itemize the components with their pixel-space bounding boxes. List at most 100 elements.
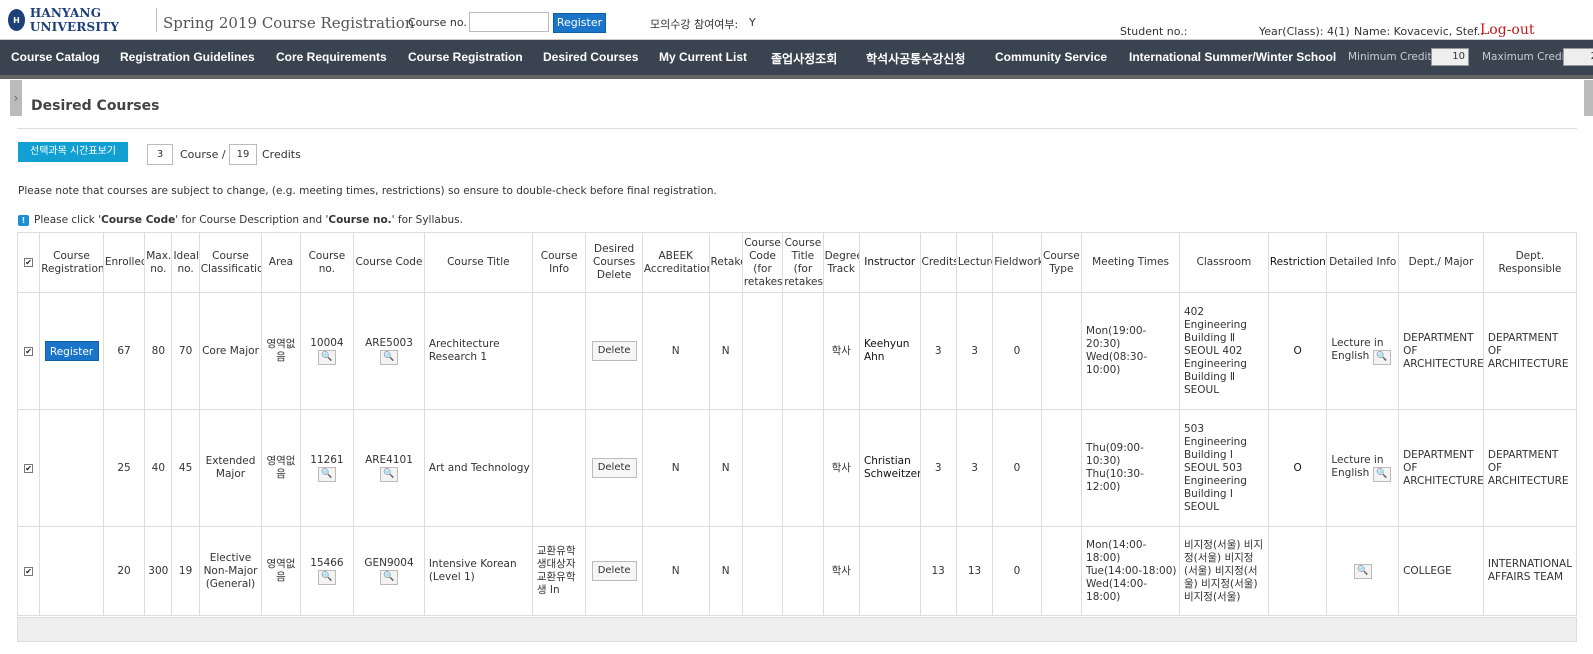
top-bar: H HANYANG UNIVERSITY Spring 2019 Course … — [0, 0, 1593, 40]
seal-icon: H — [8, 9, 25, 31]
course-code-cell: ARE4101 🔍 — [353, 409, 425, 527]
delete-button[interactable]: Delete — [591, 561, 637, 581]
register-cell — [39, 409, 104, 527]
course-no-link[interactable]: 15466 — [302, 557, 353, 570]
type-cell — [1040, 409, 1083, 527]
register-button[interactable]: Register — [553, 13, 606, 33]
table-footer — [17, 617, 1577, 642]
classification-cell: Extended Major — [198, 409, 263, 527]
course-code-link[interactable]: ARE5003 — [355, 337, 423, 350]
col-meeting-times: Meeting Times — [1081, 232, 1180, 293]
col-detailed-info: Detailed Info — [1326, 232, 1400, 293]
max-credits-label: Maximum Credits — [1482, 51, 1575, 63]
magnifier-icon[interactable]: 🔍 — [1353, 563, 1372, 579]
resp-cell: INTERNATIONAL AFFAIRS TEAM — [1482, 526, 1578, 616]
select-all-header[interactable]: ✔ — [16, 232, 41, 293]
col-retake-title: Course Title (for retakes) — [782, 232, 824, 293]
retake-cell: N — [708, 526, 743, 616]
nav-bachelor-master-registration[interactable]: 학석사공통수강신청 — [866, 50, 965, 67]
area-cell: 영역없음 — [261, 292, 301, 410]
nav-course-registration[interactable]: Course Registration — [408, 50, 523, 64]
row-register-button[interactable]: Register — [44, 341, 99, 361]
magnifier-icon[interactable]: 🔍 — [317, 350, 336, 365]
credits-label: Credits — [262, 148, 301, 161]
course-no-input[interactable] — [469, 12, 549, 32]
nav-core-requirements[interactable]: Core Requirements — [276, 50, 387, 64]
row-checkbox[interactable]: ✔ — [16, 292, 41, 410]
nav-desired-courses[interactable]: Desired Courses — [543, 50, 638, 64]
nav-course-catalog[interactable]: Course Catalog — [11, 50, 100, 64]
checkbox-icon[interactable]: ✔ — [24, 463, 34, 473]
instructor-cell: Christian Schweitzer — [858, 409, 921, 527]
meeting-cell: Mon(14:00-18:00) Tue(14:00-18:00) Wed(14… — [1081, 526, 1180, 616]
nav-my-current-list[interactable]: My Current List — [659, 50, 747, 64]
nav-international-school[interactable]: International Summer/Winter School — [1129, 50, 1336, 64]
desired-courses-table: ✔ Course Registration Enrolled Max. no. … — [16, 232, 1578, 616]
restrictions-cell: O — [1267, 292, 1328, 410]
col-area: Area — [261, 232, 301, 293]
course-no-cell: 11261 🔍 — [299, 409, 355, 527]
university-logo[interactable]: H HANYANG UNIVERSITY — [8, 6, 156, 34]
delete-cell: Delete — [585, 409, 643, 527]
nav-registration-guidelines[interactable]: Registration Guidelines — [120, 50, 255, 64]
logout-link[interactable]: Log-out — [1480, 22, 1535, 38]
course-no-cell: 10004 🔍 — [299, 292, 355, 410]
course-no-link[interactable]: 11261 — [302, 454, 353, 467]
ideal-cell: 70 — [171, 292, 200, 410]
checkbox-icon[interactable]: ✔ — [24, 566, 34, 576]
nav-community-service[interactable]: Community Service — [995, 50, 1107, 64]
magnifier-icon[interactable]: 🔍 — [317, 467, 336, 482]
notice-change: Please note that courses are subject to … — [18, 185, 717, 197]
retake-cell: N — [708, 292, 743, 410]
course-label: Course / — [180, 148, 226, 161]
magnifier-icon[interactable]: 🔍 — [379, 350, 398, 365]
restrictions-cell — [1267, 526, 1328, 616]
magnifier-icon[interactable]: 🔍 — [1372, 467, 1391, 482]
col-degree-track: Degree Track — [822, 232, 860, 293]
col-fieldwork: Fieldwork — [992, 232, 1042, 293]
course-info-cell — [531, 292, 587, 410]
fieldwork-cell: 0 — [992, 292, 1042, 410]
row-checkbox[interactable]: ✔ — [16, 526, 41, 616]
course-code-cell: GEN9004 🔍 — [353, 526, 425, 616]
hint-c: ' for Syllabus. — [391, 214, 463, 226]
nav-graduation-check[interactable]: 졸업사정조회 — [771, 50, 837, 67]
course-code-link[interactable]: GEN9004 — [355, 557, 423, 570]
delete-button[interactable]: Delete — [591, 341, 637, 361]
magnifier-icon[interactable]: 🔍 — [317, 570, 336, 585]
course-code-link[interactable]: ARE4101 — [355, 454, 423, 467]
classroom-cell: 503 Engineering Building Ⅰ SEOUL 503 Eng… — [1178, 409, 1269, 527]
course-info-cell — [531, 409, 587, 527]
classroom-cell: 비지정(서울) 비지정(서울) 비지정(서울) 비지정(서울) 비지정(서울) … — [1178, 526, 1269, 616]
course-no-link[interactable]: 10004 — [302, 337, 353, 350]
delete-button[interactable]: Delete — [591, 458, 637, 478]
dept-cell: DEPARTMENT OF ARCHITECTURE — [1398, 292, 1484, 410]
hint-b: ' for Course Description and ' — [175, 214, 329, 226]
chevron-right-icon[interactable]: › — [10, 80, 22, 116]
checkbox-icon[interactable]: ✔ — [24, 346, 34, 356]
max-cell: 300 — [144, 526, 173, 616]
table-row: ✔ Register 67 80 70 Core Major 영역없음 1000… — [16, 292, 1578, 410]
magnifier-icon[interactable]: 🔍 — [379, 467, 398, 482]
col-retake-code: Course Code (for retakes) — [741, 232, 784, 293]
magnifier-icon[interactable]: 🔍 — [1372, 350, 1391, 365]
classification-cell: Elective Non-Major (General) — [198, 526, 263, 616]
mock-registration-label: 모의수강 참여여부: — [650, 18, 739, 31]
view-timetable-button[interactable]: 선택과목 시간표보기 — [18, 142, 128, 162]
row-checkbox[interactable]: ✔ — [16, 409, 41, 527]
retake-code-cell — [741, 526, 784, 616]
col-abeek: ABEEK Accreditation — [641, 232, 710, 293]
side-panel-toggle[interactable] — [1584, 80, 1593, 116]
dept-cell: DEPARTMENT OF ARCHITECTURE — [1398, 409, 1484, 527]
credits-cell: 13 — [919, 526, 957, 616]
course-info-cell: 교환유학생대상자 교환유학생 In — [531, 526, 587, 616]
abeek-cell: N — [641, 409, 710, 527]
student-no-label: Student no.: — [1120, 25, 1188, 38]
col-course-no: Course no. — [299, 232, 355, 293]
magnifier-icon[interactable]: 🔍 — [379, 570, 398, 585]
nav-shadow — [0, 75, 1593, 79]
course-title-cell: Arechitecture Research 1 — [423, 292, 533, 410]
checkbox-icon[interactable]: ✔ — [24, 258, 34, 267]
col-retake: Retake — [708, 232, 743, 293]
student-name-info: Name: Kovacevic, Stef.. — [1354, 25, 1484, 38]
